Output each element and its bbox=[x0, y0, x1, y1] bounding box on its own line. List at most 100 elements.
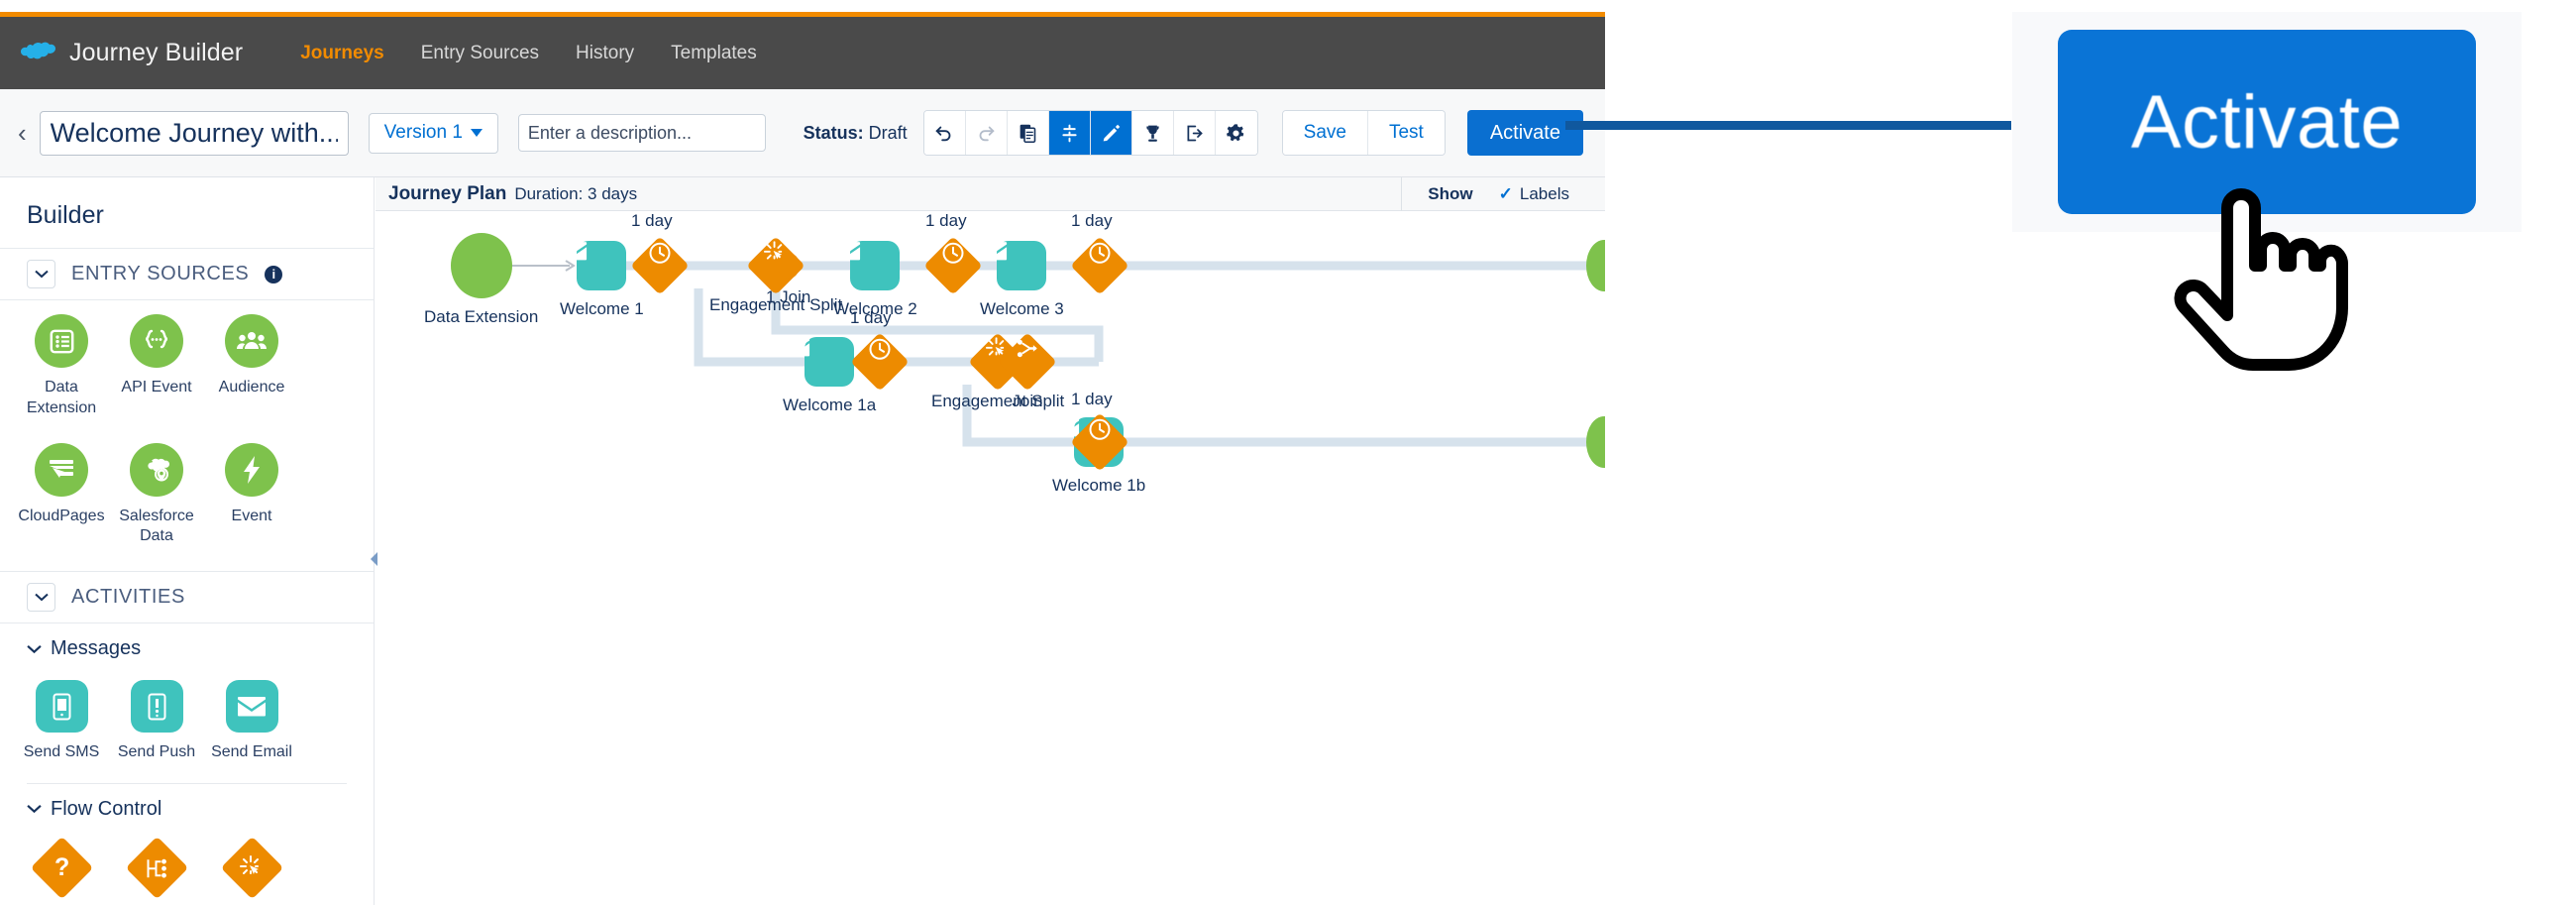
save-button[interactable]: Save bbox=[1282, 111, 1368, 155]
send-email-icon bbox=[783, 337, 855, 387]
activity-label: Send Email bbox=[211, 743, 292, 761]
group-label: Flow Control bbox=[51, 797, 162, 820]
flow-node-join[interactable]: Join bbox=[998, 332, 1057, 411]
flow-node-welcome-1[interactable]: Welcome 1 bbox=[560, 241, 644, 319]
flow-node-wait-5[interactable] bbox=[1070, 412, 1129, 472]
join-merge-icon bbox=[998, 332, 1057, 392]
flow-node-wait-2[interactable] bbox=[923, 236, 983, 295]
chevron-down-icon[interactable] bbox=[27, 260, 55, 288]
builder-sidebar: Builder ENTRY SOURCES i Data Extension A… bbox=[0, 177, 375, 905]
node-label: Data Extension bbox=[424, 307, 539, 326]
nav-link-templates[interactable]: Templates bbox=[671, 43, 757, 64]
data-extension-icon bbox=[425, 233, 512, 298]
flow-node-data-extension[interactable]: Data Extension bbox=[424, 233, 538, 327]
canvas-title: Journey Plan bbox=[388, 182, 507, 204]
pointing-hand-cursor bbox=[2158, 180, 2356, 379]
editor-icon-toolbar bbox=[922, 110, 1258, 156]
journey-header-bar: ‹ Version 1 Status: Draft bbox=[0, 89, 1605, 177]
goal-trophy-icon[interactable] bbox=[1131, 111, 1174, 155]
node-label: Welcome 1 bbox=[560, 299, 644, 318]
collapse-left-icon[interactable] bbox=[368, 551, 380, 567]
journey-builder-app-window: Journey Builder Journeys Entry Sources H… bbox=[0, 12, 1605, 905]
flow-node-join-1[interactable]: 1 Join bbox=[766, 253, 810, 307]
show-label: Show bbox=[1428, 184, 1473, 203]
node-label: 1 Join bbox=[766, 287, 811, 306]
event-bolt-icon bbox=[225, 442, 278, 497]
flow-node-wait-3[interactable] bbox=[1070, 236, 1129, 295]
activity-engagement-split[interactable]: Engagement Split bbox=[204, 836, 299, 905]
undo-icon[interactable] bbox=[923, 111, 966, 155]
activity-random-split[interactable]: Random Split bbox=[109, 836, 204, 905]
group-label: Messages bbox=[51, 637, 142, 660]
gear-icon[interactable] bbox=[1215, 111, 1257, 155]
description-input[interactable] bbox=[517, 114, 766, 152]
entry-source-audience[interactable]: Audience bbox=[204, 314, 299, 419]
activity-group-messages[interactable]: Messages bbox=[0, 623, 374, 666]
nav-links: Journeys Entry Sources History Templates bbox=[300, 43, 757, 64]
nav-link-journeys[interactable]: Journeys bbox=[300, 43, 383, 64]
entry-source-data-extension[interactable]: Data Extension bbox=[14, 314, 109, 419]
labels-label: Labels bbox=[1519, 184, 1569, 203]
nav-link-entry-sources[interactable]: Entry Sources bbox=[421, 43, 539, 64]
clock-wait-icon bbox=[630, 236, 690, 295]
activate-button[interactable]: Activate bbox=[1466, 110, 1583, 156]
chevron-down-icon bbox=[27, 805, 42, 814]
activity-send-push[interactable]: Send Push bbox=[109, 680, 204, 763]
callout-connector-line bbox=[1565, 121, 2011, 130]
salesforce-data-icon bbox=[130, 442, 183, 497]
global-navbar: Journey Builder Journeys Entry Sources H… bbox=[0, 17, 1605, 89]
entry-source-label: Data Extension bbox=[26, 379, 97, 416]
journey-canvas: Journey Plan Duration: 3 days Show ✓ Lab… bbox=[376, 177, 1605, 905]
sidebar-section-activities[interactable]: ACTIVITIES bbox=[0, 571, 374, 624]
status-label: Status: bbox=[803, 122, 864, 143]
activity-decision-split[interactable]: ? Decision Split bbox=[14, 836, 109, 905]
random-split-icon bbox=[125, 836, 188, 900]
sidebar-section-entry-sources[interactable]: ENTRY SOURCES i bbox=[0, 248, 374, 300]
copy-icon[interactable] bbox=[1007, 111, 1049, 155]
entry-source-salesforce-data[interactable]: Salesforce Data bbox=[109, 442, 204, 548]
version-dropdown[interactable]: Version 1 bbox=[368, 112, 498, 154]
export-icon[interactable] bbox=[1173, 111, 1216, 155]
decision-split-icon: ? bbox=[30, 836, 93, 900]
nav-link-history[interactable]: History bbox=[576, 43, 634, 64]
settings-sliders-icon[interactable] bbox=[1048, 111, 1091, 155]
activity-send-sms[interactable]: Send SMS bbox=[14, 680, 109, 763]
info-icon[interactable]: i bbox=[265, 265, 283, 283]
flow-node-welcome-3[interactable]: Welcome 3 bbox=[980, 241, 1064, 319]
journey-name-input[interactable] bbox=[39, 110, 349, 156]
entry-source-api-event[interactable]: API Event bbox=[109, 314, 204, 419]
journey-exit-icon bbox=[1586, 416, 1605, 468]
entry-source-row-2: CloudPages Salesforce Data Event bbox=[0, 429, 374, 558]
chevron-left-icon[interactable]: ‹ bbox=[18, 120, 27, 146]
redo-icon[interactable] bbox=[965, 111, 1008, 155]
flow-control-icon-row: ? Decision Split Random Split Engagement… bbox=[0, 827, 374, 905]
chevron-down-icon bbox=[27, 644, 42, 653]
clock-wait-icon bbox=[1070, 412, 1129, 472]
flow-node-exit-2[interactable] bbox=[1586, 416, 1605, 468]
entry-source-label: API Event bbox=[121, 379, 192, 396]
edit-pencil-icon[interactable] bbox=[1090, 111, 1132, 155]
section-label-entry-sources: ENTRY SOURCES bbox=[71, 263, 250, 284]
cloudpages-icon bbox=[35, 442, 88, 497]
save-test-group: Save Test bbox=[1281, 110, 1446, 156]
chevron-down-icon[interactable] bbox=[27, 583, 55, 613]
flow-node-wait-1[interactable] bbox=[630, 236, 690, 295]
canvas-header: Journey Plan Duration: 3 days Show ✓ Lab… bbox=[376, 177, 1605, 211]
journey-flow-diagram: Data Extension Welcome 1 1 day Engagemen… bbox=[376, 211, 1605, 905]
activity-send-email[interactable]: Send Email bbox=[204, 680, 299, 763]
activity-group-flow-control[interactable]: Flow Control bbox=[0, 784, 374, 827]
test-button[interactable]: Test bbox=[1367, 111, 1445, 155]
clock-wait-icon bbox=[923, 236, 983, 295]
node-label: Welcome 1a bbox=[783, 396, 877, 414]
entry-source-label: Salesforce Data bbox=[119, 507, 194, 545]
api-event-icon bbox=[130, 314, 183, 368]
entry-source-cloudpages[interactable]: CloudPages bbox=[14, 442, 109, 548]
clock-wait-icon bbox=[850, 332, 910, 392]
activity-label: Send SMS bbox=[23, 743, 100, 761]
flow-node-wait-4[interactable] bbox=[850, 332, 910, 392]
canvas-show-controls: Show ✓ Labels bbox=[1401, 177, 1569, 211]
entry-source-event[interactable]: Event bbox=[204, 442, 299, 548]
flow-node-exit-1[interactable] bbox=[1586, 240, 1605, 291]
app-title: Journey Builder bbox=[69, 39, 244, 66]
labels-checkbox[interactable]: ✓ Labels bbox=[1499, 184, 1569, 204]
